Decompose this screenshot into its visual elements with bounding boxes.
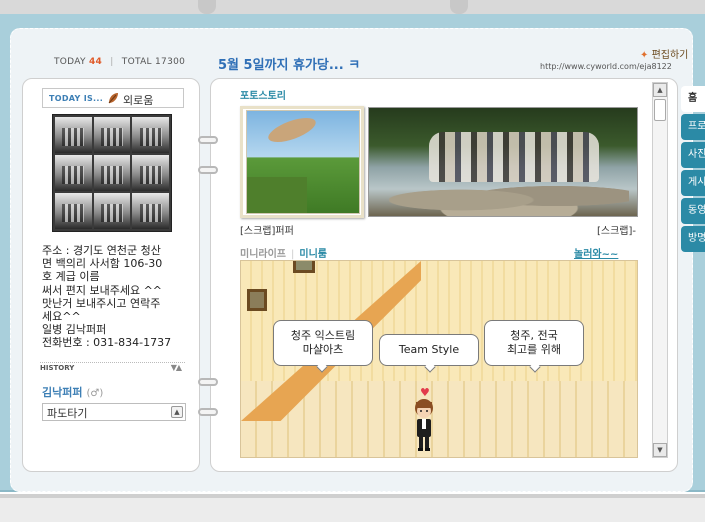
edit-link-label: 편집하기 — [651, 50, 689, 61]
chevron-up-icon[interactable]: ▲ — [171, 406, 183, 418]
owner-name-text: 김낙퍼퍼 — [42, 386, 83, 399]
history-label: HISTORY — [40, 364, 75, 372]
page-title: 5월 5일까지 휴가당... ㅋ — [218, 58, 361, 73]
wall-picture — [247, 289, 267, 311]
scrap-caption-right[interactable]: [스크랩]- — [597, 222, 636, 237]
speech-bubble: 청주, 전국 최고를 위해 — [484, 320, 584, 373]
mini-tabs: 미니라이프 | 미니룸 — [240, 245, 327, 260]
edit-link[interactable]: ✦ 편집하기 — [640, 46, 688, 61]
today-mood: 외로움 — [123, 94, 154, 107]
tab-miniroom[interactable]: 미니룸 — [299, 249, 327, 260]
top-notch — [450, 0, 468, 14]
photo-jump[interactable] — [246, 110, 360, 214]
scroll-down-icon[interactable]: ▼ — [653, 443, 667, 457]
speech-bubble: 청주 익스트림 마샬아츠 — [273, 320, 373, 373]
speech-bubble-text: 청주 익스트림 마샬아츠 — [290, 329, 356, 356]
visit-link[interactable]: 놀러와~~ — [574, 245, 618, 260]
today-is-label: TODAY IS... — [49, 94, 104, 103]
scroll-thumb[interactable] — [654, 99, 666, 121]
top-notch — [198, 0, 216, 14]
speech-bubble-text: Team Style — [398, 343, 460, 356]
profile-photo[interactable] — [52, 114, 172, 232]
speech-bubble-text: 청주, 전국 최고를 위해 — [506, 329, 562, 356]
tab-video[interactable]: 동영상 — [681, 198, 705, 224]
history-bar[interactable]: HISTORY ▼▲ — [40, 362, 185, 372]
today-count: 44 — [88, 57, 103, 67]
binder-ring — [198, 378, 218, 386]
today-mood-box[interactable]: TODAY IS... 외로움 — [42, 88, 184, 108]
profile-intro-text: 주소 : 경기도 연천군 청산 면 백의리 사서함 106-30 호 계급 이름… — [42, 244, 172, 350]
vertical-scrollbar[interactable]: ▲ ▼ — [652, 82, 668, 458]
tab-photos[interactable]: 사진첩 — [681, 142, 705, 168]
minime-avatar[interactable] — [410, 398, 438, 452]
tab-minilife[interactable]: 미니라이프 — [240, 249, 286, 260]
binder-ring — [198, 166, 218, 174]
wave-surf-value: 파도타기 — [47, 407, 88, 420]
tab-profile[interactable]: 프로필 — [681, 114, 705, 140]
speech-bubble: Team Style — [379, 334, 479, 373]
homepage-url[interactable]: http://www.cyworld.com/eja8122 — [540, 62, 672, 71]
tab-board[interactable]: 게시판 — [681, 170, 705, 196]
leaf-icon — [108, 93, 118, 104]
history-toggle-icon[interactable]: ▼▲ — [171, 363, 182, 372]
owner-name[interactable]: 김낙퍼퍼 (♂) — [42, 384, 103, 400]
photo-group[interactable] — [368, 107, 638, 217]
tab-guestbook[interactable]: 방명록 — [681, 226, 705, 252]
edit-star-icon: ✦ — [640, 50, 649, 61]
tab-home[interactable]: 홈 — [681, 86, 705, 112]
bottom-band — [0, 494, 705, 522]
visitor-counter: TODAY 44 | TOTAL 17300 — [54, 57, 185, 67]
scroll-up-icon[interactable]: ▲ — [653, 83, 667, 97]
top-band — [0, 0, 705, 14]
total-count: 17300 — [155, 57, 186, 67]
side-tabs: 홈 프로필 사진첩 게시판 동영상 방명록 — [681, 86, 705, 254]
gender-icon: (♂) — [86, 388, 104, 399]
total-label: TOTAL — [121, 57, 152, 67]
binder-ring — [198, 136, 218, 144]
wave-surf-select[interactable]: 파도타기 ▲ — [42, 403, 186, 421]
wall-picture — [293, 261, 315, 273]
scrap-caption-left[interactable]: [스크랩]퍼퍼 — [240, 222, 294, 237]
today-label: TODAY — [54, 57, 86, 67]
binder-ring — [198, 408, 218, 416]
counter-separator: | — [110, 57, 114, 67]
tab-divider: | — [291, 249, 295, 260]
photo-story-title[interactable]: 포토스토리 — [240, 87, 286, 102]
